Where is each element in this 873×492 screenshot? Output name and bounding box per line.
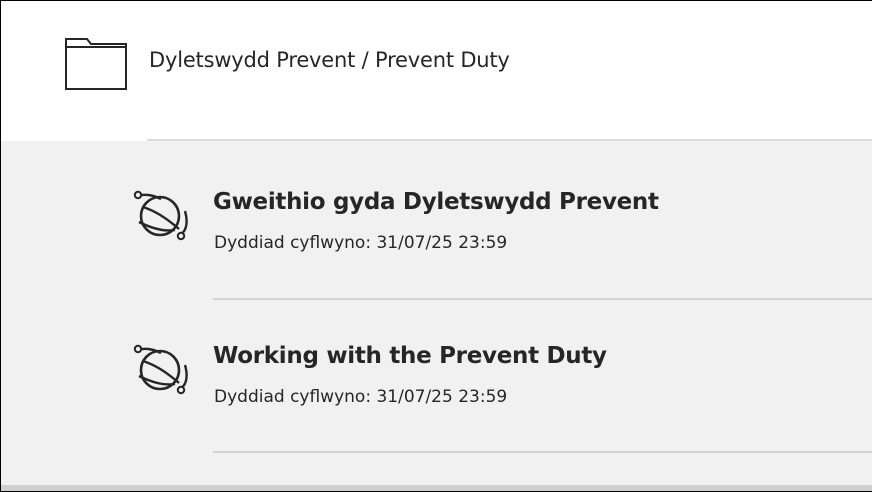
- due-date: Dyddiad cyflwyno: 31/07/25 23:59: [214, 233, 508, 253]
- planet-orbit-icon: [133, 190, 188, 241]
- content-list: Gweithio gyda Dyletswydd Prevent Dyddiad…: [1, 141, 872, 491]
- folder-title[interactable]: Dyletswydd Prevent / Prevent Duty: [149, 48, 510, 72]
- folder-header[interactable]: Dyletswydd Prevent / Prevent Duty: [1, 1, 872, 139]
- item-title-link[interactable]: Working with the Prevent Duty: [213, 343, 607, 369]
- list-item[interactable]: Working with the Prevent Duty Dyddiad cy…: [1, 297, 872, 447]
- content-frame: Dyletswydd Prevent / Prevent Duty Gweith…: [0, 0, 872, 492]
- bottom-edge: [1, 485, 872, 491]
- item-title-link[interactable]: Gweithio gyda Dyletswydd Prevent: [213, 189, 659, 215]
- planet-orbit-icon: [133, 344, 188, 395]
- due-date: Dyddiad cyflwyno: 31/07/25 23:59: [214, 387, 508, 407]
- list-divider: [213, 451, 872, 453]
- folder-icon: [65, 38, 127, 90]
- list-item[interactable]: Gweithio gyda Dyletswydd Prevent Dyddiad…: [1, 141, 872, 291]
